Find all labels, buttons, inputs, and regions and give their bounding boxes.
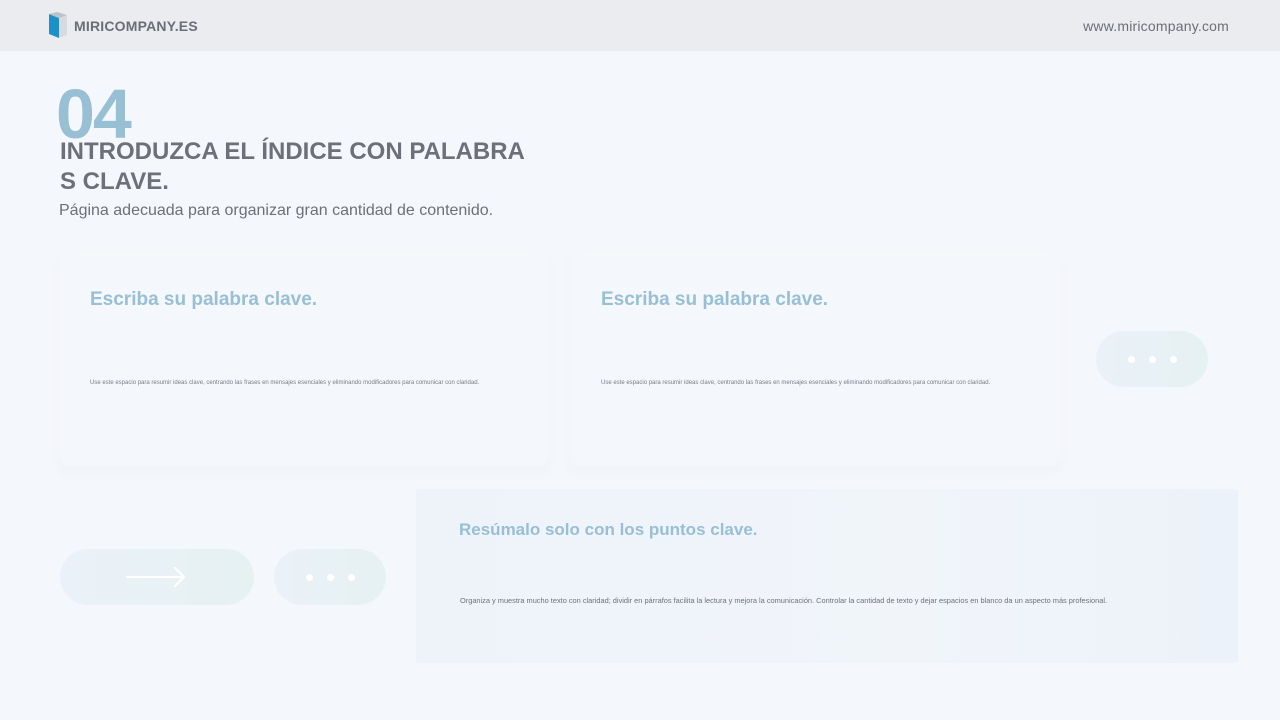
summary-panel: Resúmalo solo con los puntos clave. Orga…: [416, 489, 1238, 663]
more-options-button-top[interactable]: [1096, 331, 1208, 387]
keyword-card-title: Escriba su palabra clave.: [90, 289, 318, 310]
brand-name: MIRICOMPANY.ES: [74, 18, 198, 34]
summary-title: Resúmalo solo con los puntos clave.: [459, 520, 758, 539]
keyword-card-2: Escriba su palabra clave. Use este espac…: [573, 257, 1057, 465]
keyword-card-body: Use este espacio para resumir ideas clav…: [601, 380, 991, 386]
page-subtitle: Página adecuada para organizar gran cant…: [59, 202, 494, 219]
keyword-card-body: Use este espacio para resumir ideas clav…: [90, 380, 480, 386]
ellipsis-icon: [1127, 355, 1177, 363]
top-bar: MIRICOMPANY.ES www.miricompany.com: [0, 0, 1280, 51]
cube-logo-icon: [49, 12, 67, 38]
summary-body: Organiza y muestra mucho texto con clari…: [460, 596, 1108, 605]
more-options-button-bottom[interactable]: [274, 549, 386, 605]
page-title: INTRODUZCA EL ÍNDICE CON PALABRAS CLAVE.: [60, 138, 525, 195]
keyword-card-1: Escriba su palabra clave. Use este espac…: [62, 257, 546, 465]
keyword-card-title: Escriba su palabra clave.: [601, 289, 829, 310]
arrow-right-icon: [125, 566, 186, 588]
site-url[interactable]: www.miricompany.com: [1083, 18, 1229, 34]
next-arrow-button[interactable]: [60, 549, 254, 605]
ellipsis-icon: [305, 573, 355, 581]
